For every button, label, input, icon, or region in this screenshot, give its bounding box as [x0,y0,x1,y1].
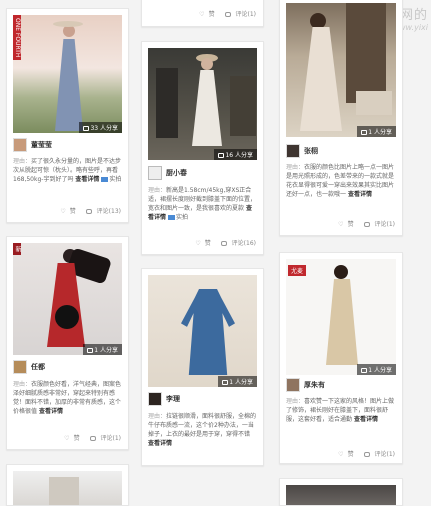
comment-icon [89,436,96,441]
like-button[interactable]: ♡ 赞 [191,240,210,247]
heart-icon: ♡ [338,221,344,228]
card-actions: ♡ 赞 评论(16) [187,238,256,247]
share-count-badge: 1 人分享 [357,364,396,375]
share-count-badge: 33 人分享 [79,122,122,133]
product-photo-partial-3[interactable] [286,485,396,505]
real-photo-icon [101,177,109,182]
view-details-link[interactable]: 查看详情 [354,416,378,423]
heart-icon: ♡ [64,435,70,442]
comment-button[interactable]: 评论(13) [82,208,121,215]
real-photo-label: 实拍 [175,214,188,221]
share-count-badge: 16 人分享 [214,149,257,160]
username[interactable]: 厨小春 [166,168,187,178]
product-card-2[interactable]: ♡ 赞 评论(1) [141,0,264,27]
brand-tag: ONE FOURTH [13,15,21,61]
photo-icon [218,153,225,158]
brand-tag: 新 [13,243,21,255]
product-card-7[interactable]: 尤麦 1 人分享 厚朱有 理由：喜欢赞一下这家的风格！图片上做了修饰，裙长刚好在… [279,252,403,464]
card-user[interactable]: 张栩 [286,143,318,159]
comment-button[interactable]: 评论(16) [217,240,256,247]
heart-icon: ♡ [338,451,344,458]
card-user[interactable]: 李理 [148,391,180,407]
card-description: 理由：新高是1.58cm/45kg,穿XS正合适，裙摆长度刚好截到膝盖下面的位置… [148,187,257,221]
product-photo-5[interactable]: 新 1 人分享 [13,243,122,355]
comment-icon [224,12,231,17]
product-photo-1[interactable]: ONE FOURTH 33 人分享 [13,15,122,133]
comment-button[interactable]: 评论(1) [360,221,395,228]
like-button[interactable]: ♡ 赞 [56,208,75,215]
card-actions: ♡ 赞 评论(1) [330,449,395,458]
product-card-partial-3[interactable] [279,478,403,506]
card-description: 理由：衣服颜色好看，洋气经典，图案色泽好细腻质感非常好，穿起来特别有感觉！面料不… [13,381,122,415]
heart-icon: ♡ [60,208,66,215]
like-button[interactable]: ♡ 赞 [195,11,214,18]
view-details-link[interactable]: 查看详情 [39,408,63,415]
comment-icon [363,452,370,457]
real-photo-icon [167,215,175,220]
like-button[interactable]: ♡ 赞 [334,451,353,458]
comment-button[interactable]: 评论(1) [221,11,256,18]
photo-icon [361,130,368,135]
avatar[interactable] [148,166,162,180]
username[interactable]: 董莹莹 [31,140,52,150]
product-card-3[interactable]: 1 人分享 张栩 理由：衣服的颜色比图片上略一点一图片是用光照形成的，色差带来的… [279,0,403,236]
product-photo-3[interactable]: 1 人分享 [286,3,396,137]
comment-icon [220,241,227,246]
card-actions: ♡ 赞 评论(1) [56,433,121,442]
heart-icon: ♡ [199,11,205,18]
photo-icon [222,380,229,385]
product-photo-4[interactable]: 16 人分享 [148,48,257,160]
comment-icon [85,209,92,214]
card-description: 理由：喜欢赞一下这家的风格！图片上做了修饰，裙长刚好在膝盖下，面料很舒服，这套好… [286,398,395,423]
card-user[interactable]: 厚朱有 [286,377,325,393]
product-card-partial-1[interactable] [6,464,129,506]
avatar[interactable] [286,378,300,392]
card-actions: ♡ 赞 评论(1) [330,219,395,228]
like-button[interactable]: ♡ 赞 [334,221,353,228]
product-card-6[interactable]: 1 人分享 李理 理由：拉链很顺滑，面料很舒服，全棉的牛仔布质感一流，这个价2种… [141,268,264,466]
avatar[interactable] [148,392,162,406]
card-description: 理由：衣服的颜色比图片上略一点一图片是用光照形成的，色差带来的一款式就是花衣显得… [286,164,395,198]
heart-icon: ♡ [195,240,201,247]
username[interactable]: 张栩 [304,146,318,156]
photo-icon [83,126,90,131]
product-photo-6[interactable]: 1 人分享 [148,275,257,387]
product-card-4[interactable]: 16 人分享 厨小春 理由：新高是1.58cm/45kg,穿XS正合适，裙摆长度… [141,41,264,255]
like-button[interactable]: ♡ 赞 [60,435,79,442]
photo-icon [87,348,94,353]
comment-button[interactable]: 评论(1) [360,451,395,458]
product-card-5[interactable]: 新 1 人分享 任都 理由：衣服颜色好看，洋气经典，图案色泽好细腻质感非常好，穿… [6,236,129,450]
card-user[interactable]: 厨小春 [148,165,187,181]
card-user[interactable]: 董莹莹 [13,137,52,153]
product-card-1[interactable]: ONE FOURTH 33 人分享 董莹莹 理由：买了很久永分量的，图片是不达步… [6,8,129,223]
view-details-link[interactable]: 查看详情 [348,191,372,198]
avatar[interactable] [13,138,27,152]
card-description: 理由：拉链很顺滑，面料很舒服，全棉的牛仔布质感一流，这个价2种办法，一当掉子，上… [148,413,257,447]
view-details-link[interactable]: 查看详情 [148,440,172,447]
username[interactable]: 任都 [31,362,45,372]
brand-tag: 尤麦 [288,265,307,276]
comment-button[interactable]: 评论(1) [86,435,121,442]
view-details-link[interactable]: 查看详情 [75,176,99,183]
card-user[interactable]: 任都 [13,359,45,375]
product-photo-partial-1[interactable] [13,471,122,505]
share-count-badge: 1 人分享 [83,344,122,355]
avatar[interactable] [13,360,27,374]
card-actions: ♡ 赞 评论(1) [191,9,256,18]
avatar[interactable] [286,144,300,158]
share-count-badge: 1 人分享 [357,126,396,137]
card-actions: ♡ 赞 评论(13) [52,206,121,215]
card-description: 理由：买了很久永分量的，图片是不达步次从脱起可惊（枕头）。略有些呼，再看168,… [13,158,122,183]
comment-icon [363,222,370,227]
username[interactable]: 厚朱有 [304,380,325,390]
photo-icon [361,368,368,373]
product-photo-7[interactable]: 尤麦 1 人分享 [286,259,396,375]
share-count-badge: 1 人分享 [218,376,257,387]
username[interactable]: 李理 [166,394,180,404]
real-photo-label: 实拍 [109,176,122,183]
